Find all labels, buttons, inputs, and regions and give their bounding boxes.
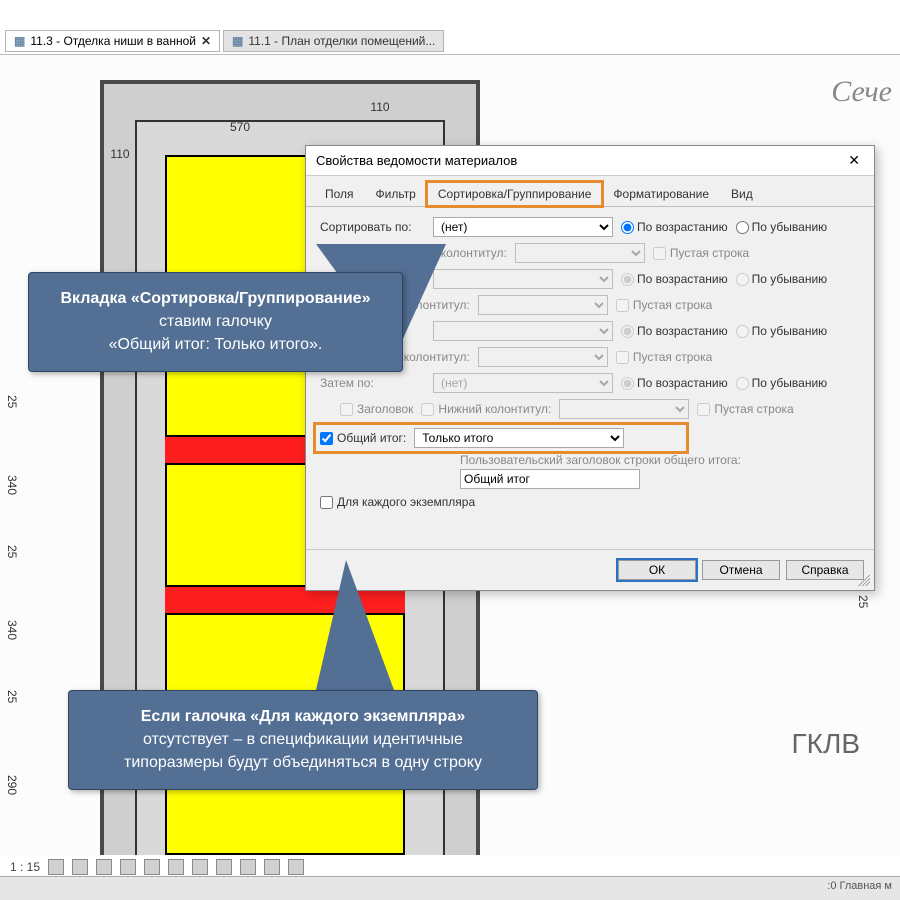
toolbar-icon[interactable]	[72, 859, 88, 875]
close-icon[interactable]: ✕	[844, 152, 864, 169]
sort-by-label: Сортировать по:	[320, 220, 425, 234]
blank-line-check	[616, 351, 629, 364]
callout-sorting-tab: Вкладка «Сортировка/Группирование» стави…	[28, 272, 403, 372]
sort-asc-radio[interactable]	[621, 221, 634, 234]
desc-radio	[736, 273, 749, 286]
footer-select	[478, 347, 608, 367]
thenby-select-2	[433, 269, 613, 289]
section-title: Сече	[831, 75, 892, 109]
status-right: :0 Главная м	[827, 880, 892, 892]
dim-110b: 110	[360, 100, 400, 114]
tab-fields[interactable]: Поля	[314, 182, 365, 206]
asc-radio	[621, 273, 634, 286]
toolbar-icon[interactable]	[192, 859, 208, 875]
footer-select	[559, 399, 689, 419]
toolbar-icon[interactable]	[288, 859, 304, 875]
gklv-label: ГКЛВ	[791, 728, 860, 760]
custom-title-input[interactable]	[460, 469, 640, 489]
toolbar-icon[interactable]	[120, 859, 136, 875]
header-check	[340, 403, 353, 416]
dim-r-25b: 25	[856, 595, 870, 608]
sort-by-select[interactable]: (нет)	[433, 217, 613, 237]
dim-570: 570	[210, 120, 270, 134]
toolbar-icon[interactable]	[168, 859, 184, 875]
callout-each-instance: Если галочка «Для каждого экземпляра» от…	[68, 690, 538, 790]
dim-v-25a: 25	[5, 395, 19, 408]
dim-v-340a: 340	[5, 475, 19, 495]
cancel-button[interactable]: Отмена	[702, 560, 780, 580]
each-instance-check[interactable]	[320, 496, 333, 509]
then-by-label: Затем по:	[320, 376, 425, 390]
toolbar-icon[interactable]	[240, 859, 256, 875]
toolbar-icon[interactable]	[48, 859, 64, 875]
thenby-select-3	[433, 321, 613, 341]
custom-title-label: Пользовательский заголовок строки общего…	[460, 453, 864, 467]
grand-total-row: Общий итог: Только итого	[316, 425, 686, 451]
resize-grip[interactable]	[858, 574, 870, 586]
blank-line-check	[616, 299, 629, 312]
callout-pointer	[316, 560, 394, 690]
grand-total-check[interactable]	[320, 432, 333, 445]
blank-line-check	[697, 403, 710, 416]
toolbar-icon[interactable]	[96, 859, 112, 875]
desc-radio	[736, 325, 749, 338]
tab-formatting[interactable]: Форматирование	[602, 182, 720, 206]
toolbar-icon[interactable]	[264, 859, 280, 875]
schedule-icon: ▦	[232, 34, 243, 48]
thenby-select-4: (нет)	[433, 373, 613, 393]
dim-v-340b: 340	[5, 620, 19, 640]
sort-desc-radio[interactable]	[736, 221, 749, 234]
document-tabs: ▦ 11.3 - Отделка ниши в ванной ✕ ▦ 11.1 …	[5, 30, 444, 52]
asc-radio	[621, 325, 634, 338]
doc-tab-inactive[interactable]: ▦ 11.1 - План отделки помещений...	[223, 30, 444, 52]
doc-tab-label: 11.3 - Отделка ниши в ванной	[30, 34, 196, 48]
doc-tab-label: 11.1 - План отделки помещений...	[248, 34, 435, 48]
dialog-tabs: Поля Фильтр Сортировка/Группирование Фор…	[306, 176, 874, 207]
schedule-icon: ▦	[14, 34, 25, 48]
dim-v-290: 290	[5, 775, 19, 795]
dim-v-25c: 25	[5, 690, 19, 703]
blank-line-check	[653, 247, 666, 260]
ok-button[interactable]: ОК	[618, 560, 696, 580]
view-toolbar: 1 : 15	[10, 859, 304, 875]
toolbar-icon[interactable]	[216, 859, 232, 875]
doc-tab-active[interactable]: ▦ 11.3 - Отделка ниши в ванной ✕	[5, 30, 220, 52]
toolbar-icon[interactable]	[144, 859, 160, 875]
tab-view[interactable]: Вид	[720, 182, 764, 206]
desc-radio	[736, 377, 749, 390]
dialog-title: Свойства ведомости материалов	[316, 153, 517, 168]
status-bar: :0 Главная м	[0, 876, 900, 900]
footer-select	[478, 295, 608, 315]
asc-radio	[621, 377, 634, 390]
scale-value[interactable]: 1 : 15	[10, 860, 40, 874]
grand-total-select[interactable]: Только итого	[414, 428, 624, 448]
tab-sorting-grouping[interactable]: Сортировка/Группирование	[427, 182, 603, 206]
dim-110: 110	[100, 147, 140, 161]
close-icon[interactable]: ✕	[201, 34, 211, 48]
footer-select	[515, 243, 645, 263]
tab-filter[interactable]: Фильтр	[365, 182, 427, 206]
dim-v-25b: 25	[5, 545, 19, 558]
footer-check	[421, 403, 434, 416]
help-button[interactable]: Справка	[786, 560, 864, 580]
